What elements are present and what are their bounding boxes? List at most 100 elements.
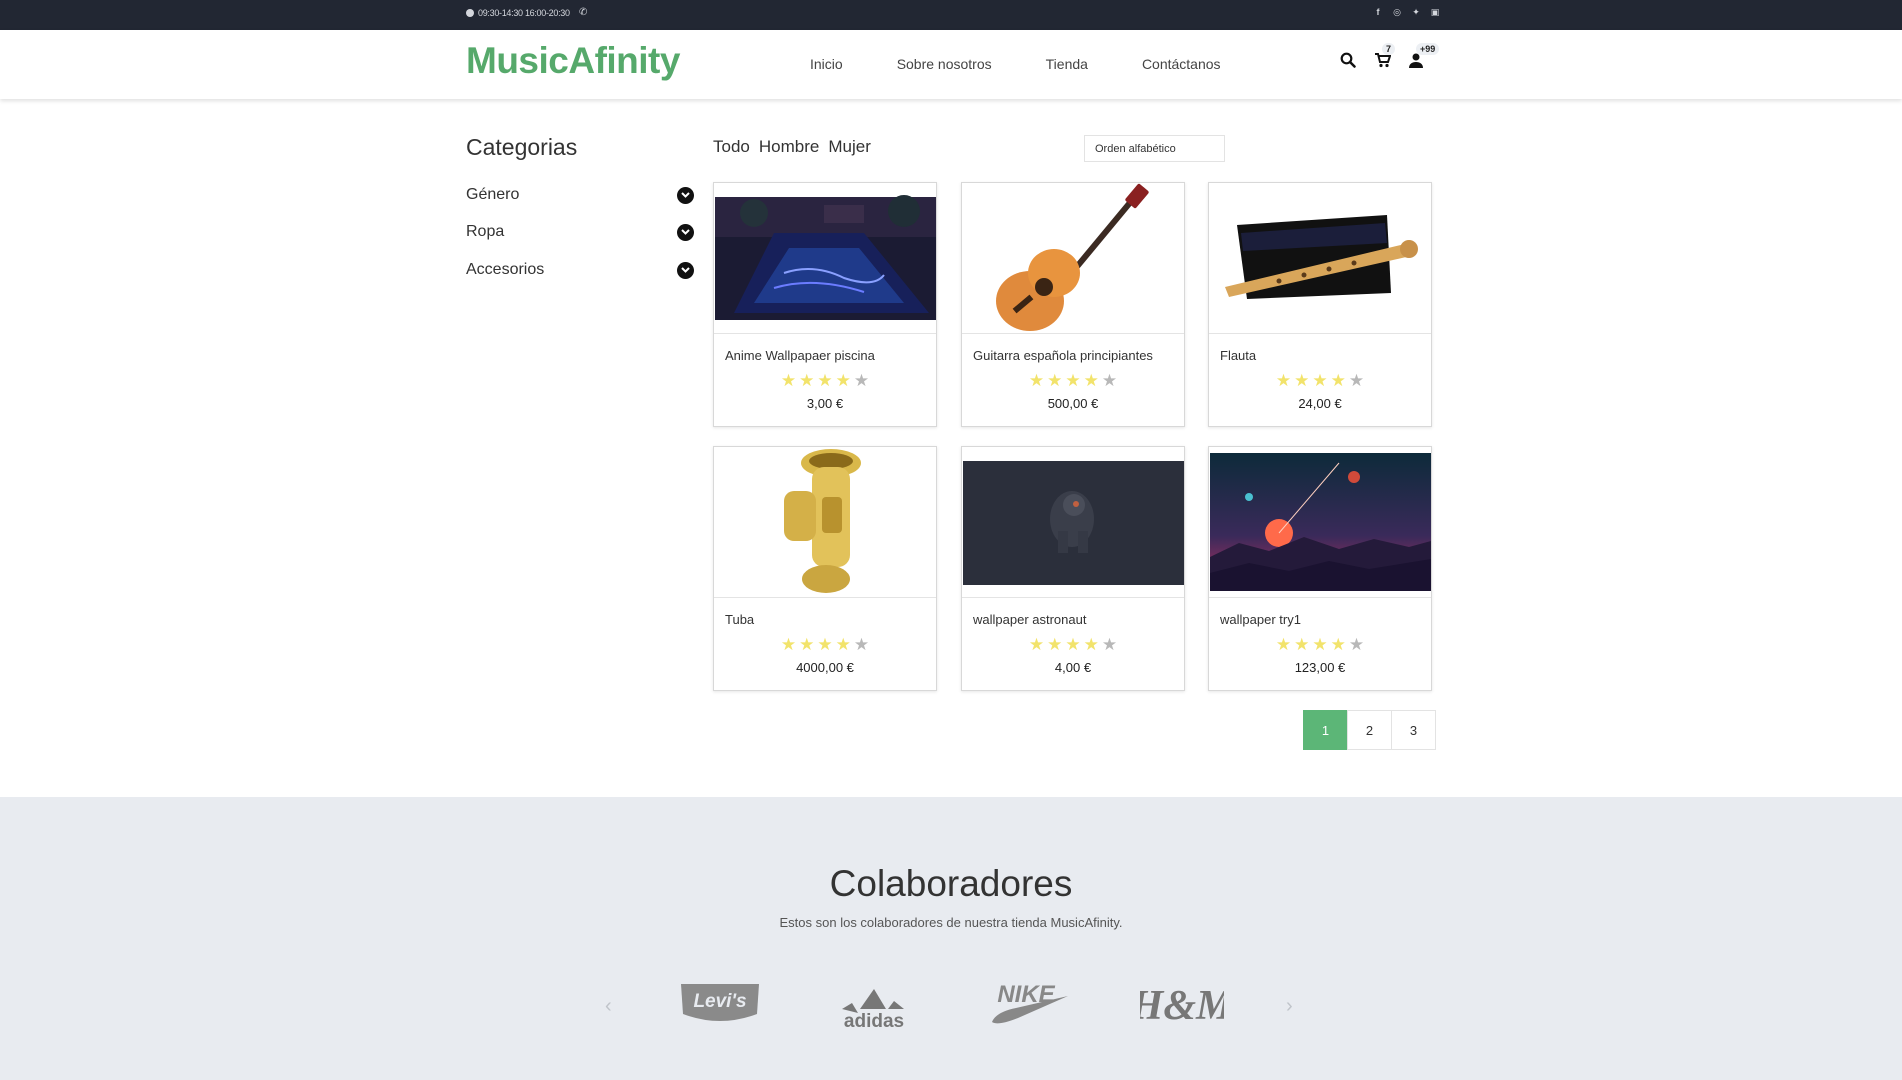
product-price: 4,00 € — [1054, 660, 1092, 675]
site-header: MusicAfinity Inicio Sobre nosotros Tiend… — [0, 30, 1902, 99]
category-accesorios[interactable]: Accesorios — [466, 261, 694, 279]
rating-stars: ★ ★ ★ ★ ★ — [1209, 636, 1431, 653]
chevron-down-icon[interactable] — [677, 223, 694, 241]
product-price: 123,00 € — [1294, 660, 1346, 675]
carousel-next-icon[interactable]: › — [1286, 995, 1293, 1018]
product-card[interactable]: Flauta ★ ★ ★ ★ ★ 24,00 € — [1208, 182, 1432, 427]
star-empty-icon: ★ — [1101, 635, 1118, 654]
instagram-icon[interactable]: ◎ — [1392, 7, 1402, 18]
rating-stars: ★ ★ ★ ★ ★ — [962, 636, 1184, 653]
chevron-down-icon[interactable] — [677, 186, 694, 204]
brand-levis-text: Levi's — [693, 991, 746, 1012]
carousel-prev-icon[interactable]: ‹ — [605, 995, 612, 1018]
linkedin-icon[interactable]: ▣ — [1430, 7, 1440, 18]
brand-adidas-text: adidas — [844, 1011, 904, 1031]
product-card[interactable]: wallpaper astronaut ★ ★ ★ ★ ★ 4,00 € — [961, 446, 1185, 691]
nav-sobre-nosotros[interactable]: Sobre nosotros — [897, 56, 992, 72]
star-icon: ★ — [817, 635, 833, 654]
star-icon: ★ — [1047, 371, 1063, 390]
brand-logo-hm[interactable]: H&M — [1140, 975, 1224, 1031]
star-empty-icon: ★ — [853, 371, 870, 390]
page-2-button[interactable]: 2 — [1347, 710, 1392, 750]
phone-icon[interactable]: ✆ — [579, 7, 587, 18]
star-icon: ★ — [1330, 635, 1346, 654]
star-icon: ★ — [1028, 635, 1045, 654]
main-nav: Inicio Sobre nosotros Tienda Contáctanos — [810, 56, 1275, 72]
nav-tienda[interactable]: Tienda — [1046, 56, 1088, 72]
search-icon[interactable] — [1340, 52, 1356, 70]
product-image[interactable] — [1209, 183, 1431, 334]
sort-select[interactable]: Orden alfabético — [1084, 135, 1225, 162]
star-icon: ★ — [1330, 371, 1346, 390]
star-icon: ★ — [799, 371, 815, 390]
star-icon: ★ — [835, 371, 851, 390]
pagination: 1 2 3 — [1303, 710, 1436, 750]
star-icon: ★ — [1275, 635, 1292, 654]
product-name[interactable]: Guitarra española principiantes — [973, 348, 1153, 363]
nav-contactanos[interactable]: Contáctanos — [1142, 56, 1221, 72]
cart-count-badge: 7 — [1382, 43, 1396, 55]
page-3-button[interactable]: 3 — [1391, 710, 1436, 750]
product-card[interactable]: Tuba ★ ★ ★ ★ ★ 4000,00 € — [713, 446, 937, 691]
opening-hours: 09:30-14:30 16:00-20:30 — [466, 8, 570, 18]
product-price: 24,00 € — [1298, 396, 1342, 411]
star-icon: ★ — [1083, 635, 1099, 654]
product-image[interactable] — [1209, 447, 1431, 598]
facebook-icon[interactable]: f — [1373, 7, 1383, 18]
category-label: Ropa — [466, 223, 505, 240]
product-image[interactable] — [714, 447, 936, 598]
category-label: Género — [466, 186, 520, 203]
star-empty-icon: ★ — [1348, 635, 1365, 654]
star-icon: ★ — [1294, 371, 1310, 390]
product-name[interactable]: Tuba — [725, 612, 754, 627]
product-card[interactable]: wallpaper try1 ★ ★ ★ ★ ★ 123,00 € — [1208, 446, 1432, 691]
product-image[interactable] — [962, 447, 1184, 598]
brand-logo-levis[interactable]: Levi's — [679, 975, 761, 1031]
collaborators-title: Colaboradores — [829, 863, 1073, 904]
filter-todo[interactable]: Todo — [713, 137, 750, 157]
nav-inicio[interactable]: Inicio — [810, 56, 843, 72]
star-icon: ★ — [780, 371, 797, 390]
gender-filter-tabs: Todo Hombre Mujer — [713, 137, 871, 157]
product-name[interactable]: wallpaper try1 — [1220, 612, 1301, 627]
star-icon: ★ — [1312, 635, 1328, 654]
star-icon: ★ — [835, 635, 851, 654]
opening-hours-text: 09:30-14:30 16:00-20:30 — [478, 8, 570, 18]
star-icon: ★ — [1028, 371, 1045, 390]
product-card[interactable]: Guitarra española principiantes ★ ★ ★ ★ ★ 50… — [961, 182, 1185, 427]
brand-logo-nike[interactable]: NIKE — [986, 975, 1070, 1031]
product-card[interactable]: Anime Wallpapaer piscina ★ ★ ★ ★ ★ 3,00 € — [713, 182, 937, 427]
rating-stars: ★ ★ ★ ★ ★ — [962, 372, 1184, 389]
star-icon: ★ — [799, 635, 815, 654]
star-empty-icon: ★ — [1348, 371, 1365, 390]
product-price: 500,00 € — [1047, 396, 1099, 411]
product-name[interactable]: Anime Wallpapaer piscina — [725, 348, 875, 363]
clock-icon — [466, 9, 474, 17]
brand-logo-adidas[interactable]: adidas — [832, 975, 916, 1031]
product-image[interactable] — [962, 183, 1184, 334]
user-button[interactable]: +99 — [1408, 43, 1440, 70]
product-name[interactable]: wallpaper astronaut — [973, 612, 1086, 627]
rating-stars: ★ ★ ★ ★ ★ — [1209, 372, 1431, 389]
product-price: 3,00 € — [806, 396, 844, 411]
top-info-bar: 09:30-14:30 16:00-20:30 ✆ f ◎ ✦ ▣ — [0, 0, 1902, 30]
category-ropa[interactable]: Ropa — [466, 223, 694, 241]
page-1-button[interactable]: 1 — [1303, 710, 1348, 750]
product-price: 4000,00 € — [796, 660, 854, 675]
star-icon: ★ — [1312, 371, 1328, 390]
star-icon: ★ — [1065, 635, 1081, 654]
product-name[interactable]: Flauta — [1220, 348, 1256, 363]
cart-button[interactable]: 7 — [1374, 43, 1396, 70]
star-icon: ★ — [1294, 635, 1310, 654]
twitter-icon[interactable]: ✦ — [1411, 7, 1421, 18]
star-empty-icon: ★ — [1101, 371, 1118, 390]
category-label: Accesorios — [466, 261, 545, 278]
filter-mujer[interactable]: Mujer — [828, 137, 871, 157]
brand-hm-text: H&M — [1140, 983, 1224, 1029]
chevron-down-icon[interactable] — [677, 261, 694, 279]
product-image[interactable] — [714, 183, 936, 334]
notification-count-badge: +99 — [1416, 43, 1440, 55]
filter-hombre[interactable]: Hombre — [759, 137, 819, 157]
category-genero[interactable]: Género — [466, 186, 694, 204]
site-logo[interactable]: MusicAfinity — [466, 40, 680, 82]
